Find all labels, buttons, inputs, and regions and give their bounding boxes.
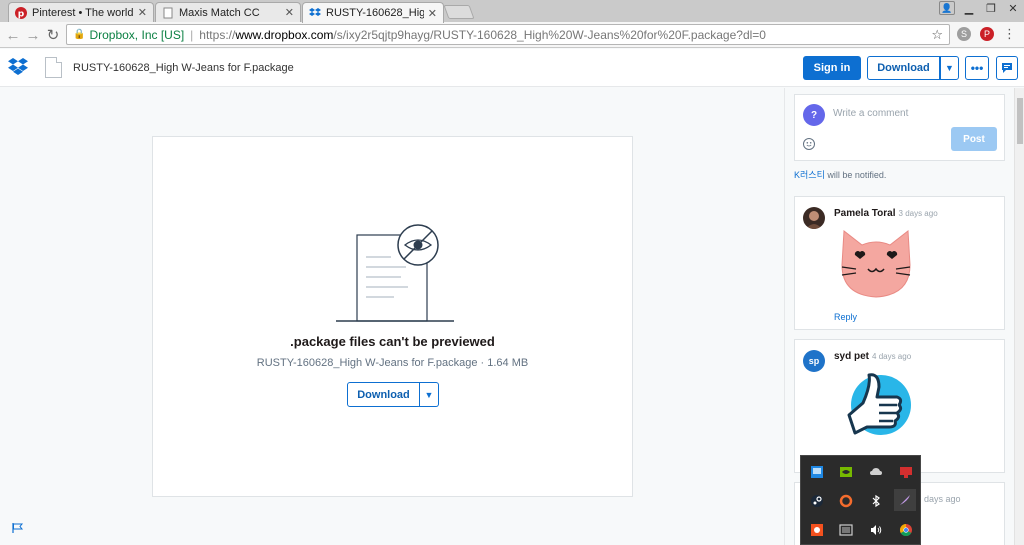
dropbox-header: RUSTY-160628_High W-Jeans for F.package … bbox=[0, 49, 1024, 87]
dropbox-icon bbox=[309, 8, 321, 16]
sign-in-button[interactable]: Sign in bbox=[803, 56, 861, 80]
nvidia-icon[interactable] bbox=[838, 464, 854, 480]
header-download-button[interactable]: Download bbox=[867, 56, 940, 80]
new-tab-button[interactable] bbox=[443, 5, 475, 19]
profile-icon[interactable]: 👤 bbox=[939, 1, 955, 15]
post-button[interactable]: Post bbox=[951, 127, 997, 151]
notify-text: K러스티 will be notified. bbox=[794, 168, 886, 181]
emoji-icon[interactable] bbox=[803, 138, 815, 150]
notified-user-link[interactable]: K러스티 bbox=[794, 170, 825, 180]
close-tab-icon[interactable]: ✕ bbox=[428, 7, 437, 20]
volume-icon[interactable] bbox=[868, 522, 884, 538]
preview-download-button[interactable]: Download bbox=[347, 382, 420, 407]
tab-title: Pinterest • The world's ca bbox=[32, 6, 134, 19]
browser-tab-strip: p Pinterest • The world's ca ✕ Maxis Mat… bbox=[0, 0, 1024, 23]
comment-card: Pamela Toral 3 days ago Reply bbox=[794, 196, 1005, 330]
comments-toggle-button[interactable] bbox=[996, 56, 1018, 80]
lock-icon: 🔒 bbox=[73, 29, 86, 40]
no-preview-message: .package files can't be previewed bbox=[290, 334, 495, 349]
no-preview-illustration bbox=[336, 224, 454, 322]
comment-card: sp syd pet 4 days ago bbox=[794, 339, 1005, 473]
comment-author: days ago bbox=[921, 494, 961, 505]
download-options-chevron-icon[interactable]: ▼ bbox=[940, 56, 959, 80]
minimize-icon[interactable]: ▁ bbox=[958, 0, 980, 16]
report-flag-icon[interactable] bbox=[12, 523, 24, 533]
screen-app-icon[interactable] bbox=[838, 522, 854, 538]
close-tab-icon[interactable]: ✕ bbox=[285, 6, 294, 19]
comment-author: syd pet 4 days ago bbox=[834, 351, 911, 362]
file-icon bbox=[45, 57, 62, 78]
tab-title: RUSTY-160628_High W- bbox=[326, 7, 424, 19]
comment-author: Pamela Toral 3 days ago bbox=[834, 208, 938, 219]
pinterest-icon: p bbox=[15, 6, 27, 19]
comment-time: 4 days ago bbox=[872, 352, 912, 361]
url-scheme: https:// bbox=[199, 27, 236, 42]
comment-composer: ? Write a comment Post bbox=[794, 94, 1005, 161]
chrome-icon[interactable] bbox=[898, 522, 914, 538]
steam-icon[interactable] bbox=[809, 493, 825, 509]
tab-title: Maxis Match CC bbox=[179, 6, 260, 19]
reload-icon[interactable]: ↻ bbox=[44, 26, 62, 44]
origin-icon[interactable] bbox=[838, 493, 854, 509]
ev-certificate-label[interactable]: Dropbox, Inc [US] bbox=[89, 28, 184, 42]
avatar[interactable]: sp bbox=[803, 350, 825, 372]
header-filename: RUSTY-160628_High W-Jeans for F.package bbox=[73, 62, 294, 74]
scrollbar-thumb[interactable] bbox=[1017, 98, 1023, 144]
close-window-icon[interactable]: ✕ bbox=[1002, 0, 1024, 16]
skype-icon[interactable]: S bbox=[957, 27, 971, 41]
pinterest-icon[interactable]: P bbox=[980, 27, 994, 41]
url-path: /s/ixy2r5qjtp9hayg/RUSTY-160628_High%20W… bbox=[333, 27, 766, 42]
maximize-icon[interactable]: ❐ bbox=[980, 0, 1002, 16]
close-tab-icon[interactable]: ✕ bbox=[138, 6, 147, 19]
tab-maxis-match[interactable]: Maxis Match CC ✕ bbox=[155, 2, 301, 22]
no-preview-card: .package files can't be previewed RUSTY-… bbox=[152, 136, 633, 497]
notify-suffix: will be notified. bbox=[824, 170, 887, 180]
reply-link[interactable]: Reply bbox=[834, 312, 857, 322]
svg-text:p: p bbox=[18, 9, 25, 19]
comment-time: 3 days ago bbox=[898, 209, 938, 218]
url-host: www.dropbox.com bbox=[235, 27, 334, 42]
thumbs-up-sticker-icon bbox=[847, 373, 911, 435]
comment-time: days ago bbox=[924, 494, 961, 504]
bluetooth-icon[interactable] bbox=[868, 493, 884, 509]
comment-icon bbox=[1002, 63, 1012, 73]
separator: | bbox=[190, 27, 194, 42]
dropbox-logo-icon[interactable] bbox=[8, 58, 28, 76]
browser-toolbar: ← → ↻ 🔒 Dropbox, Inc [US] | https:// www… bbox=[0, 22, 1024, 48]
forward-arrow-icon[interactable]: → bbox=[24, 26, 42, 44]
author-name[interactable]: Pamela Toral bbox=[834, 208, 896, 219]
cloud-icon[interactable] bbox=[868, 464, 884, 480]
sidebar-scrollbar[interactable] bbox=[1014, 88, 1024, 545]
back-arrow-icon[interactable]: ← bbox=[4, 26, 22, 44]
avatar[interactable] bbox=[803, 207, 825, 229]
preview-pane: .package files can't be previewed RUSTY-… bbox=[0, 88, 784, 545]
bookmark-star-icon[interactable]: ☆ bbox=[931, 27, 943, 43]
monitor-app-icon[interactable] bbox=[809, 464, 825, 480]
page-icon bbox=[163, 7, 173, 18]
system-tray-popup bbox=[800, 455, 921, 545]
tab-dropbox[interactable]: RUSTY-160628_High W- ✕ bbox=[302, 2, 444, 23]
preview-download-chevron-icon[interactable]: ▼ bbox=[420, 382, 439, 407]
tab-pinterest[interactable]: p Pinterest • The world's ca ✕ bbox=[8, 2, 154, 22]
anonymous-avatar: ? bbox=[803, 104, 825, 126]
comment-input[interactable]: Write a comment bbox=[833, 108, 908, 119]
chrome-menu-icon[interactable]: ⋮ bbox=[1003, 26, 1016, 42]
feather-app-icon[interactable] bbox=[894, 489, 916, 511]
author-name[interactable]: syd pet bbox=[834, 351, 869, 362]
file-info: RUSTY-160628_High W-Jeans for F.package … bbox=[256, 357, 529, 369]
orange-app-icon[interactable] bbox=[809, 522, 825, 538]
red-app-icon[interactable] bbox=[898, 464, 914, 480]
more-options-icon[interactable]: ••• bbox=[965, 56, 989, 80]
window-controls: 👤 ▁ ❐ ✕ bbox=[936, 0, 1024, 16]
cat-face-sticker-icon bbox=[841, 230, 911, 298]
address-bar[interactable]: 🔒 Dropbox, Inc [US] | https:// www.dropb… bbox=[66, 24, 950, 45]
